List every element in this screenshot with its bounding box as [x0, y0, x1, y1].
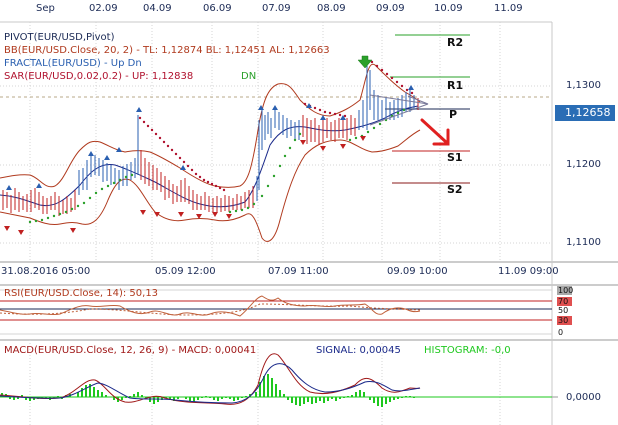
pivot-label-r1: R1	[447, 79, 464, 92]
rsi-level-0: 0	[557, 328, 572, 337]
macd-signal-label: SIGNAL: 0,00045	[316, 345, 401, 356]
red-arrow-icon	[420, 118, 450, 146]
pivot-label-s1: S1	[447, 151, 463, 164]
macd-panel	[0, 353, 552, 407]
macd-indicator-label: MACD(EUR/USD.Close, 12, 26, 9) - MACD: 0…	[4, 345, 257, 356]
rsi-level-50: 50	[557, 306, 572, 315]
bottom-date-label: 05.09 12:00	[155, 266, 216, 277]
bottom-date-label: 11.09 09:00	[498, 266, 559, 277]
macd-zero-label: 0,0000	[566, 392, 601, 403]
fractal-up-markers	[6, 85, 414, 190]
bottom-date-label: 09.09 10:00	[387, 266, 448, 277]
bottom-date-label: 31.08.2016 05:00	[1, 266, 91, 277]
price-axis-label: 1,1300	[566, 80, 601, 91]
rsi-level-70: 70	[557, 297, 572, 306]
fractal-indicator-label: FRACTAL(EUR/USD) - Up Dn	[4, 58, 142, 69]
pivot-label-s2: S2	[447, 183, 463, 196]
current-price-badge: 1,12658	[555, 105, 615, 121]
rsi-indicator-label: RSI(EUR/USD.Close, 14): 50,13	[4, 288, 159, 299]
bottom-date-label: 07.09 11:00	[268, 266, 329, 277]
bollinger-indicator-label: BB(EUR/USD.Close, 20, 2) - TL: 1,12874 B…	[4, 45, 330, 56]
price-axis-label: 1,1200	[566, 159, 601, 170]
sar-indicator-label: SAR(EUR/USD,0.02,0.2) - UP: 1,12838	[4, 71, 194, 82]
price-axis-label: 1,1100	[566, 237, 601, 248]
sar-dn-label: DN	[241, 71, 257, 82]
pivot-label-p: P	[449, 108, 458, 121]
rsi-level-30: 30	[557, 316, 572, 325]
bollinger-lower-band	[0, 129, 421, 242]
pivot-label-r2: R2	[447, 36, 464, 49]
rsi-level-100: 100	[557, 286, 574, 295]
pivot-indicator-label: PIVOT(EUR/USD,Pivot)	[4, 32, 115, 43]
macd-histogram-label: HISTOGRAM: -0,0	[424, 345, 511, 356]
